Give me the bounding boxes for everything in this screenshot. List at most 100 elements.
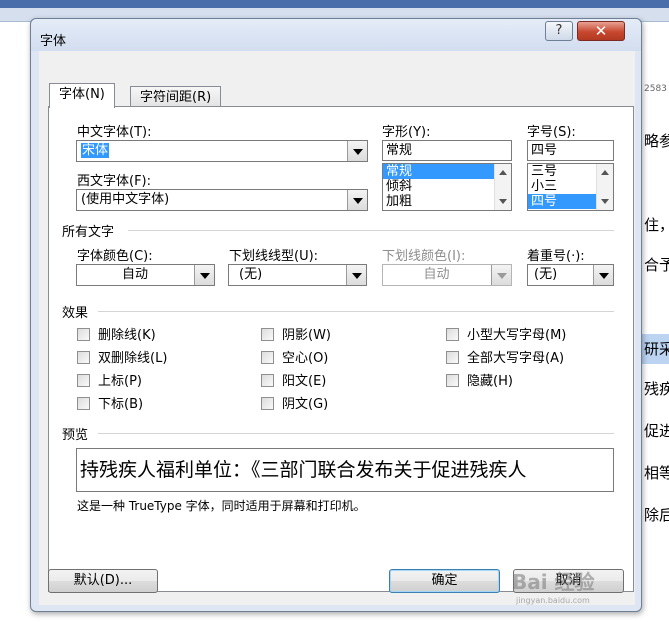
checkbox-label: 双删除线(L) bbox=[98, 351, 168, 366]
font-style-list[interactable]: 常规 倾斜 加粗 bbox=[382, 163, 512, 211]
doc-text: 除后 bbox=[644, 506, 669, 524]
chevron-down-icon[interactable] bbox=[194, 265, 214, 285]
doc-text-highlight: 研采 bbox=[640, 334, 669, 364]
emboss-checkbox[interactable]: 阳文(E) bbox=[261, 374, 326, 389]
doc-text: 合予 bbox=[644, 256, 669, 274]
font-color-label: 字体颜色(C): bbox=[77, 249, 153, 264]
tab-character-spacing[interactable]: 字符间距(R) bbox=[130, 86, 222, 107]
checkbox-label: 小型大写字母(M) bbox=[467, 328, 567, 343]
set-default-button[interactable]: 默认(D)... bbox=[48, 569, 158, 593]
checkbox-label: 上标(P) bbox=[98, 374, 142, 389]
doc-text: 2583 bbox=[644, 84, 667, 94]
checkbox-box[interactable] bbox=[77, 397, 90, 410]
font-style-input[interactable]: 常规 bbox=[382, 140, 512, 161]
doc-text: 相等 bbox=[644, 464, 669, 482]
checkbox-label: 全部大写字母(A) bbox=[467, 351, 565, 366]
doc-text: 住， bbox=[644, 216, 669, 234]
effects-section-label: 效果 bbox=[62, 306, 89, 321]
checkbox-box[interactable] bbox=[77, 374, 90, 387]
checkbox-label: 阴影(W) bbox=[282, 328, 331, 343]
hidden-checkbox[interactable]: 隐藏(H) bbox=[446, 374, 513, 389]
chinese-font-combo[interactable]: 宋体 bbox=[76, 140, 368, 162]
scroll-down-icon[interactable] bbox=[601, 199, 609, 204]
superscript-checkbox[interactable]: 上标(P) bbox=[77, 374, 142, 389]
western-font-combo[interactable]: (使用中文字体) bbox=[76, 189, 368, 211]
dialog-title: 字体 bbox=[40, 34, 67, 49]
ok-button[interactable]: 确定 bbox=[389, 569, 500, 593]
checkbox-box[interactable] bbox=[261, 397, 274, 410]
chevron-down-icon[interactable] bbox=[593, 265, 613, 285]
tab-font[interactable]: 字体(N) bbox=[49, 83, 115, 108]
scrollbar[interactable] bbox=[596, 164, 613, 210]
close-button[interactable]: ✕ bbox=[577, 21, 625, 41]
checkbox-label: 空心(O) bbox=[282, 351, 329, 366]
section-divider bbox=[98, 311, 614, 312]
checkbox-label: 下标(B) bbox=[98, 397, 144, 412]
checkbox-box[interactable] bbox=[446, 374, 459, 387]
underline-color-combo[interactable]: 自动 bbox=[382, 264, 512, 286]
checkbox-label: 隐藏(H) bbox=[467, 374, 513, 389]
chinese-font-value: 宋体 bbox=[81, 143, 110, 158]
preview-box: 持残疾人福利单位：《三部门联合发布关于促进残疾人 bbox=[76, 448, 614, 492]
font-size-list[interactable]: 三号 小三 四号 bbox=[527, 163, 614, 211]
scrollbar[interactable] bbox=[494, 164, 511, 210]
checkbox-box[interactable] bbox=[77, 351, 90, 364]
font-dialog: 字体 ? ✕ 字体(N) 字符间距(R) bbox=[30, 18, 642, 612]
emphasis-mark-combo[interactable]: (无) bbox=[527, 264, 614, 286]
font-color-value: 自动 bbox=[121, 267, 148, 282]
watermark-logo: Bai 经验 bbox=[512, 570, 595, 594]
underline-style-combo[interactable]: (无) bbox=[228, 264, 367, 286]
checkbox-box[interactable] bbox=[446, 351, 459, 364]
help-button[interactable]: ? bbox=[545, 21, 573, 41]
list-item[interactable]: 常规 bbox=[383, 164, 511, 179]
preview-section-label: 预览 bbox=[62, 428, 89, 443]
doc-text: 残疾 bbox=[644, 380, 669, 398]
watermark-url: jingyan.baidu.com bbox=[516, 596, 590, 605]
scroll-up-icon[interactable] bbox=[601, 170, 609, 175]
document-margin: 2583 略参 住， 合予 研采 残疾 促进 相等 除后 bbox=[640, 22, 669, 622]
doc-text: 促进 bbox=[644, 422, 669, 440]
underline-color-value: 自动 bbox=[423, 267, 450, 282]
checkbox-label: 删除线(K) bbox=[98, 328, 156, 343]
font-color-combo[interactable]: 自动 bbox=[76, 264, 215, 286]
underline-style-value: (无) bbox=[239, 267, 263, 282]
chevron-down-icon[interactable] bbox=[491, 265, 511, 285]
small-caps-checkbox[interactable]: 小型大写字母(M) bbox=[446, 328, 566, 343]
section-divider bbox=[98, 433, 614, 434]
underline-style-label: 下划线线型(U): bbox=[229, 249, 319, 264]
chevron-down-icon[interactable] bbox=[346, 265, 366, 285]
font-style-label: 字形(Y): bbox=[382, 125, 431, 140]
checkbox-box[interactable] bbox=[446, 328, 459, 341]
checkbox-box[interactable] bbox=[261, 328, 274, 341]
scroll-down-icon[interactable] bbox=[499, 199, 507, 204]
list-item[interactable]: 加粗 bbox=[383, 194, 511, 209]
scroll-up-icon[interactable] bbox=[499, 170, 507, 175]
checkbox-box[interactable] bbox=[261, 374, 274, 387]
checkbox-box[interactable] bbox=[261, 351, 274, 364]
subscript-checkbox[interactable]: 下标(B) bbox=[77, 397, 143, 412]
chinese-font-label: 中文字体(T): bbox=[77, 125, 152, 140]
checkbox-box[interactable] bbox=[77, 328, 90, 341]
western-font-label: 西文字体(F): bbox=[77, 174, 152, 189]
underline-color-label: 下划线颜色(I): bbox=[382, 249, 466, 264]
font-size-input[interactable]: 四号 bbox=[527, 140, 614, 161]
dialog-titlebar[interactable]: 字体 ? ✕ bbox=[31, 19, 641, 51]
engrave-checkbox[interactable]: 阴文(G) bbox=[261, 397, 328, 412]
preview-note: 这是一种 TrueType 字体，同时适用于屏幕和打印机。 bbox=[77, 499, 366, 513]
western-font-value: (使用中文字体) bbox=[81, 192, 170, 207]
all-text-section-label: 所有文字 bbox=[62, 225, 115, 240]
font-size-label: 字号(S): bbox=[527, 125, 576, 140]
chevron-down-icon[interactable] bbox=[347, 141, 367, 161]
word-titlebar-strip bbox=[0, 0, 669, 8]
double-strikethrough-checkbox[interactable]: 双删除线(L) bbox=[77, 351, 167, 366]
shadow-checkbox[interactable]: 阴影(W) bbox=[261, 328, 331, 343]
strikethrough-checkbox[interactable]: 删除线(K) bbox=[77, 328, 156, 343]
outline-checkbox[interactable]: 空心(O) bbox=[261, 351, 328, 366]
chevron-down-icon[interactable] bbox=[347, 190, 367, 210]
doc-text: 略参 bbox=[644, 132, 669, 150]
emphasis-mark-value: (无) bbox=[534, 267, 558, 282]
checkbox-label: 阳文(E) bbox=[282, 374, 327, 389]
list-item[interactable]: 倾斜 bbox=[383, 179, 511, 194]
all-caps-checkbox[interactable]: 全部大写字母(A) bbox=[446, 351, 564, 366]
section-divider bbox=[128, 230, 614, 231]
